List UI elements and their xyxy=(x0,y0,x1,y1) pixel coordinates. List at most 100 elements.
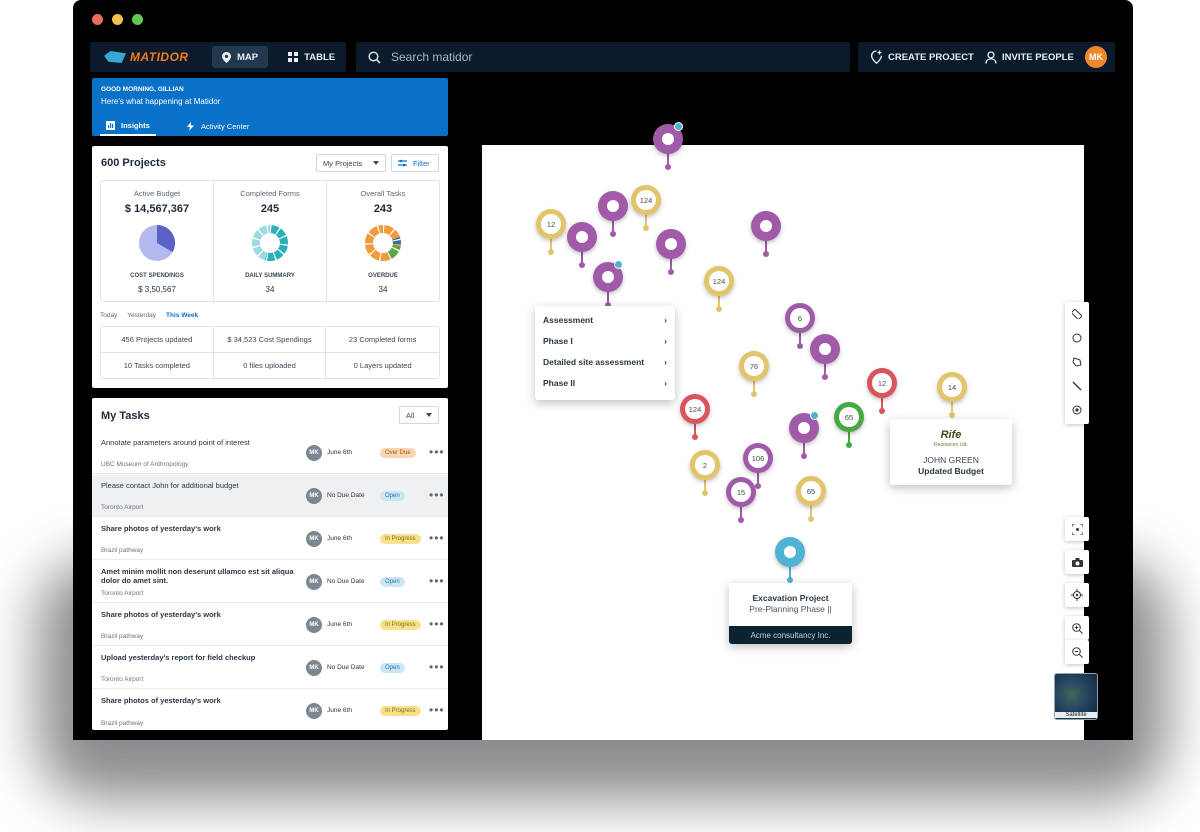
project-scope-select[interactable]: My Projects xyxy=(316,154,386,172)
polygon-icon[interactable] xyxy=(1065,350,1089,374)
map-pin[interactable]: 2 xyxy=(690,450,720,498)
map-pin[interactable] xyxy=(810,334,840,382)
map-pin[interactable] xyxy=(653,122,683,172)
map-pin-label xyxy=(784,546,796,558)
rife-project-card[interactable]: Rife Resources Ltd. JOHN GREEN Updated B… xyxy=(890,419,1012,485)
tab-activity-center[interactable]: Activity Center xyxy=(180,117,255,136)
menu-item-phase-1[interactable]: Phase I › xyxy=(543,336,667,346)
task-due-date: No Due Date xyxy=(327,578,365,585)
invite-people-button[interactable]: INVITE PEOPLE xyxy=(985,50,1074,64)
tasks-filter-select[interactable]: All xyxy=(399,406,439,424)
more-options-icon[interactable]: ••• xyxy=(429,617,445,631)
search-input[interactable] xyxy=(391,50,811,64)
task-row[interactable]: Please contact John for additional budge… xyxy=(92,475,448,517)
task-row[interactable]: Upload yesterday's report for field chec… xyxy=(92,647,448,689)
circle-icon[interactable] xyxy=(1065,326,1089,350)
fit-extent-icon[interactable] xyxy=(1065,517,1089,541)
period-today[interactable]: Today xyxy=(100,312,117,319)
task-row[interactable]: Share photos of yesterday's work Brazil … xyxy=(92,518,448,560)
tab-insights[interactable]: Insights xyxy=(100,117,156,136)
more-options-icon[interactable]: ••• xyxy=(429,660,445,674)
greeting-subtitle: Here's what happening at Matidor xyxy=(101,97,221,106)
task-row[interactable]: Share photos of yesterday's work Brazil … xyxy=(92,690,448,730)
map-pin-label: 65 xyxy=(801,481,821,501)
map-pin[interactable]: 65 xyxy=(796,476,826,524)
more-options-icon[interactable]: ••• xyxy=(429,531,445,545)
map-pin-label: 2 xyxy=(695,455,715,475)
map-pin[interactable]: 124 xyxy=(704,266,734,314)
more-options-icon[interactable]: ••• xyxy=(429,445,445,459)
map-pin[interactable] xyxy=(775,537,805,585)
map-pin[interactable] xyxy=(593,260,623,310)
stat-active-budget[interactable]: Active Budget $ 14,567,367 COST SPENDING… xyxy=(101,181,214,301)
create-project-button[interactable]: CREATE PROJECT xyxy=(870,50,974,64)
menu-item-assessment[interactable]: Assessment › xyxy=(543,315,667,325)
map-pin[interactable] xyxy=(789,411,819,461)
stat-completed-forms[interactable]: Completed Forms 245 DAILY SUMMARY 34 xyxy=(214,181,327,301)
summary-cell: 0 files uploaded xyxy=(214,352,327,378)
point-icon[interactable] xyxy=(1065,398,1089,422)
zoom-out-icon[interactable] xyxy=(1065,640,1089,664)
nav-map-button[interactable]: MAP xyxy=(212,46,269,68)
map-pin[interactable]: 76 xyxy=(739,351,769,399)
map-pin[interactable] xyxy=(751,211,781,259)
more-options-icon[interactable]: ••• xyxy=(429,574,445,588)
map-pin[interactable]: 65 xyxy=(834,402,864,450)
map-pin[interactable]: 124 xyxy=(631,185,661,233)
user-avatar[interactable]: MK xyxy=(1084,46,1107,68)
more-options-icon[interactable]: ••• xyxy=(429,488,445,502)
map-pin-foot xyxy=(702,490,708,496)
zoom-in-icon[interactable] xyxy=(1065,616,1089,640)
task-row[interactable]: Amet minim mollit non deserunt ullamco e… xyxy=(92,561,448,603)
period-this-week[interactable]: This Week xyxy=(166,312,198,319)
summary-cell: $ 34,523 Cost Spendings xyxy=(213,327,327,353)
top-actions: CREATE PROJECT INVITE PEOPLE MK xyxy=(858,42,1115,72)
project-scope-value: My Projects xyxy=(323,158,363,168)
map-pin-label xyxy=(760,220,772,232)
nav-table-button[interactable]: TABLE xyxy=(278,46,345,68)
map-pin[interactable] xyxy=(656,229,686,277)
map-pin-foot xyxy=(801,453,807,459)
line-icon[interactable] xyxy=(1065,374,1089,398)
filter-icon xyxy=(398,159,407,167)
more-options-icon[interactable]: ••• xyxy=(429,703,445,717)
map-pin-label xyxy=(798,422,810,434)
stat-overall-tasks[interactable]: Overall Tasks 243 OVERDUE 34 xyxy=(327,181,439,301)
task-row[interactable]: Annotate parameters around point of inte… xyxy=(92,432,448,474)
stat-sub-label: COST SPENDINGS xyxy=(130,273,184,279)
task-location: UBC Museum of Anthropology xyxy=(101,461,189,468)
project-stats: Active Budget $ 14,567,367 COST SPENDING… xyxy=(100,180,440,302)
assignee-avatar: MK xyxy=(306,574,322,590)
map-pin-head: 124 xyxy=(680,394,710,424)
menu-item-detailed-assessment[interactable]: Detailed site assessment › xyxy=(543,357,667,367)
camera-icon[interactable] xyxy=(1065,550,1089,574)
map-pin[interactable]: 15 xyxy=(726,477,756,525)
basemap-toggle[interactable]: Satellite xyxy=(1054,673,1098,720)
menu-item-label: Phase II xyxy=(543,378,576,388)
map-pin[interactable]: 12 xyxy=(536,209,566,257)
map-pin[interactable]: 14 xyxy=(937,372,967,420)
ruler-icon[interactable] xyxy=(1065,302,1089,326)
map-pin[interactable] xyxy=(598,191,628,239)
excavation-project-card[interactable]: Excavation Project Pre-Planning Phase ||… xyxy=(729,583,852,644)
map-pin-label xyxy=(819,343,831,355)
filter-button[interactable]: Filter xyxy=(391,154,439,172)
map-pin-foot xyxy=(665,164,671,170)
map-pin[interactable]: 12 xyxy=(867,368,897,416)
close-light[interactable] xyxy=(92,14,103,25)
menu-item-phase-2[interactable]: Phase II › xyxy=(543,378,667,388)
map-pin-icon xyxy=(222,51,231,63)
locate-icon[interactable] xyxy=(1065,583,1089,607)
brand-logo[interactable]: MATIDOR xyxy=(104,50,202,64)
period-yesterday[interactable]: Yesterday xyxy=(127,312,156,319)
nav-map-label: MAP xyxy=(237,51,259,63)
rife-card-subtitle: Updated Budget xyxy=(918,466,984,476)
map-pin-head: 65 xyxy=(796,476,826,506)
minimize-light[interactable] xyxy=(112,14,123,25)
map-pin[interactable]: 124 xyxy=(680,394,710,442)
task-due-date: June 6th xyxy=(327,535,352,542)
period-tabs: Today Yesterday This Week xyxy=(100,312,198,319)
maximize-light[interactable] xyxy=(132,14,143,25)
map-pin-foot xyxy=(822,374,828,380)
task-row[interactable]: Share photos of yesterday's work Brazil … xyxy=(92,604,448,646)
